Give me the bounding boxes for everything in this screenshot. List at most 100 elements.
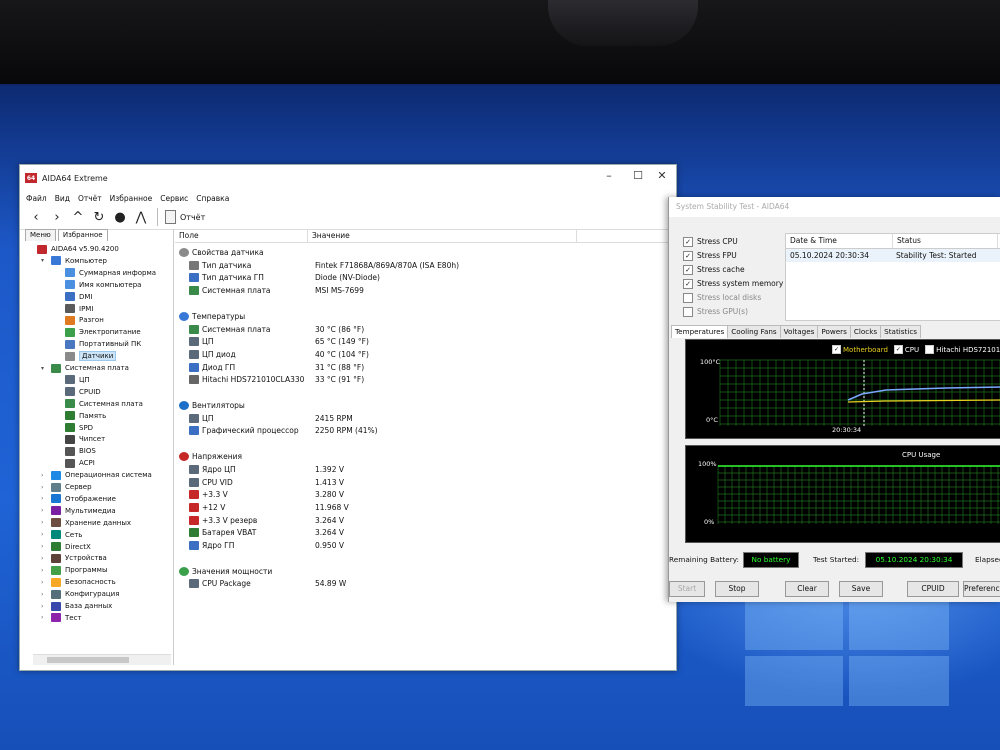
tree-item[interactable]: › Мультимедиа [41, 505, 116, 517]
checkbox-icon[interactable] [683, 306, 693, 317]
sensor-row[interactable]: Ядро ГП 0.950 V [189, 539, 344, 552]
tree-item[interactable]: IPMI [55, 303, 93, 315]
sensor-row[interactable]: Графический процессор 2250 RPM (41%) [189, 424, 378, 437]
menu-item-4[interactable]: Сервис [160, 194, 188, 203]
tree-item[interactable]: DMI [55, 291, 93, 303]
log-column-status[interactable]: Status [893, 234, 998, 248]
menu-item-5[interactable]: Справка [196, 194, 229, 203]
sensor-row[interactable]: +3.3 V резерв 3.264 V [189, 514, 344, 527]
tree-item[interactable]: › Хранение данных [41, 517, 131, 529]
tree-item[interactable]: › Сеть [41, 529, 82, 541]
log-row[interactable]: 05.10.2024 20:30:34 Stability Test: Star… [786, 249, 1000, 262]
report-button[interactable]: Отчёт [165, 210, 205, 224]
tree-item[interactable]: › DirectX [41, 541, 91, 553]
graph-tab[interactable]: Temperatures [671, 325, 729, 338]
tree-expander-icon[interactable]: › [41, 519, 49, 526]
tree-item[interactable]: Системная плата [55, 398, 143, 410]
tree-expander-icon[interactable]: ▾ [41, 257, 49, 264]
stress-option[interactable]: Stress local disks [683, 291, 793, 304]
menu-item-2[interactable]: Отчёт [78, 194, 102, 203]
tree-horizontal-scrollbar[interactable] [33, 654, 171, 665]
clear-button[interactable]: Clear [785, 581, 829, 597]
sensor-row[interactable]: Hitachi HDS721010CLA330 33 °C (91 °F) [189, 373, 364, 386]
tree-item[interactable]: Портативный ПК [55, 338, 141, 350]
tree-item[interactable]: › Устройства [41, 552, 107, 564]
tree-item[interactable]: Чипсет [55, 433, 105, 445]
tree-expander-icon[interactable]: › [41, 484, 49, 491]
tree-expander-icon[interactable]: › [41, 579, 49, 586]
stress-option[interactable]: ✓ Stress cache [683, 263, 793, 276]
section-header[interactable]: Вентиляторы [179, 399, 245, 412]
menu-item-0[interactable]: Файл [26, 194, 47, 203]
menu-item-1[interactable]: Вид [55, 194, 70, 203]
sensor-row[interactable]: Системная плата 30 °C (86 °F) [189, 323, 364, 336]
tree-expander-icon[interactable]: › [41, 472, 49, 479]
tree-item[interactable]: › Программы [41, 564, 108, 576]
tree-item[interactable]: SPD [55, 422, 93, 434]
log-column-date[interactable]: Date & Time [786, 234, 893, 248]
tree-item[interactable]: ACPI [55, 457, 95, 469]
forward-icon[interactable]: › [48, 208, 66, 226]
tree-item[interactable]: Датчики [55, 350, 117, 362]
preferences-button[interactable]: Preferences [963, 581, 1000, 597]
tree-expander-icon[interactable]: › [41, 603, 49, 610]
tree-item[interactable]: BIOS [55, 445, 96, 457]
checkbox-icon[interactable] [683, 292, 693, 303]
sensor-row[interactable]: Ядро ЦП 1.392 V [189, 463, 344, 476]
stop-button[interactable]: Stop [715, 581, 759, 597]
chart-icon[interactable]: ⋀ [132, 208, 150, 226]
tree-expander-icon[interactable]: › [41, 531, 49, 538]
sensor-row[interactable]: Диод ГП 31 °C (88 °F) [189, 361, 364, 374]
checkbox-icon[interactable]: ✓ [683, 264, 693, 275]
tree-item[interactable]: › Безопасность [41, 576, 116, 588]
sensor-row[interactable]: CPU VID 1.413 V [189, 476, 344, 489]
sensor-row[interactable]: +12 V 11.968 V [189, 501, 349, 514]
tree-expander-icon[interactable]: › [41, 614, 49, 621]
graph-tab[interactable]: Clocks [849, 325, 882, 338]
tree-item[interactable]: › База данных [41, 600, 112, 612]
tree-item[interactable]: › Тест [41, 612, 82, 624]
scrollbar-thumb[interactable] [47, 657, 129, 663]
sensor-row[interactable]: Тип датчика ГП Diode (NV-Diode) [189, 271, 380, 284]
tree-expander-icon[interactable]: › [41, 507, 49, 514]
tree-item[interactable]: › Отображение [41, 493, 116, 505]
sensor-row[interactable]: Тип датчика Fintek F71868A/869A/870A (ISA… [189, 259, 459, 272]
user-icon[interactable]: ● [111, 208, 129, 226]
tree-item[interactable]: ЦП [55, 374, 90, 386]
tree-item[interactable]: Имя компьютера [55, 279, 141, 291]
cpuid-button[interactable]: CPUID [907, 581, 959, 597]
graph-tab[interactable]: Cooling Fans [727, 325, 781, 338]
sensor-row[interactable]: CPU Package 54.89 W [189, 577, 346, 590]
tree-item[interactable]: › Конфигурация [41, 588, 119, 600]
tree-expander-icon[interactable]: › [41, 591, 49, 598]
section-header[interactable]: Значения мощности [179, 565, 272, 578]
save-button[interactable]: Save [839, 581, 883, 597]
tree-item[interactable]: Разгон [55, 314, 104, 326]
graph-tab[interactable]: Statistics [880, 325, 922, 338]
up-icon[interactable]: ^ [69, 208, 87, 226]
tree-item[interactable]: › Сервер [41, 481, 92, 493]
tree-item[interactable]: › Операционная система [41, 469, 152, 481]
column-field[interactable]: Поле [175, 229, 308, 242]
tree-item[interactable]: CPUID [55, 386, 101, 398]
tree-expander-icon[interactable]: › [41, 543, 49, 550]
tree-item[interactable]: ▾ Компьютер [41, 255, 107, 267]
stress-option[interactable]: ✓ Stress FPU [683, 249, 793, 262]
tree-item[interactable]: Электропитание [55, 326, 141, 338]
sensor-row[interactable]: ЦП 2415 RPM [189, 412, 353, 425]
menu-item-3[interactable]: Избранное [110, 194, 153, 203]
column-value[interactable]: Значение [308, 229, 577, 242]
tree-item[interactable]: AIDA64 v5.90.4200 [27, 243, 119, 255]
sensor-row[interactable]: Системная плата MSI MS-7699 [189, 284, 364, 297]
tree-expander-icon[interactable]: › [41, 495, 49, 502]
stress-option[interactable]: ✓ Stress system memory [683, 277, 793, 290]
sensor-row[interactable]: Батарея VBAT 3.264 V [189, 526, 344, 539]
stress-option[interactable]: ✓ Stress CPU [683, 235, 793, 248]
close-button[interactable]: ✕ [648, 169, 676, 182]
tree-expander-icon[interactable]: › [41, 567, 49, 574]
tab-menu[interactable]: Меню [25, 229, 56, 241]
tab-favorites[interactable]: Избранное [57, 229, 108, 241]
sensor-row[interactable]: ЦП 65 °C (149 °F) [189, 335, 369, 348]
checkbox-icon[interactable]: ✓ [683, 278, 693, 289]
checkbox-icon[interactable]: ✓ [683, 250, 693, 261]
